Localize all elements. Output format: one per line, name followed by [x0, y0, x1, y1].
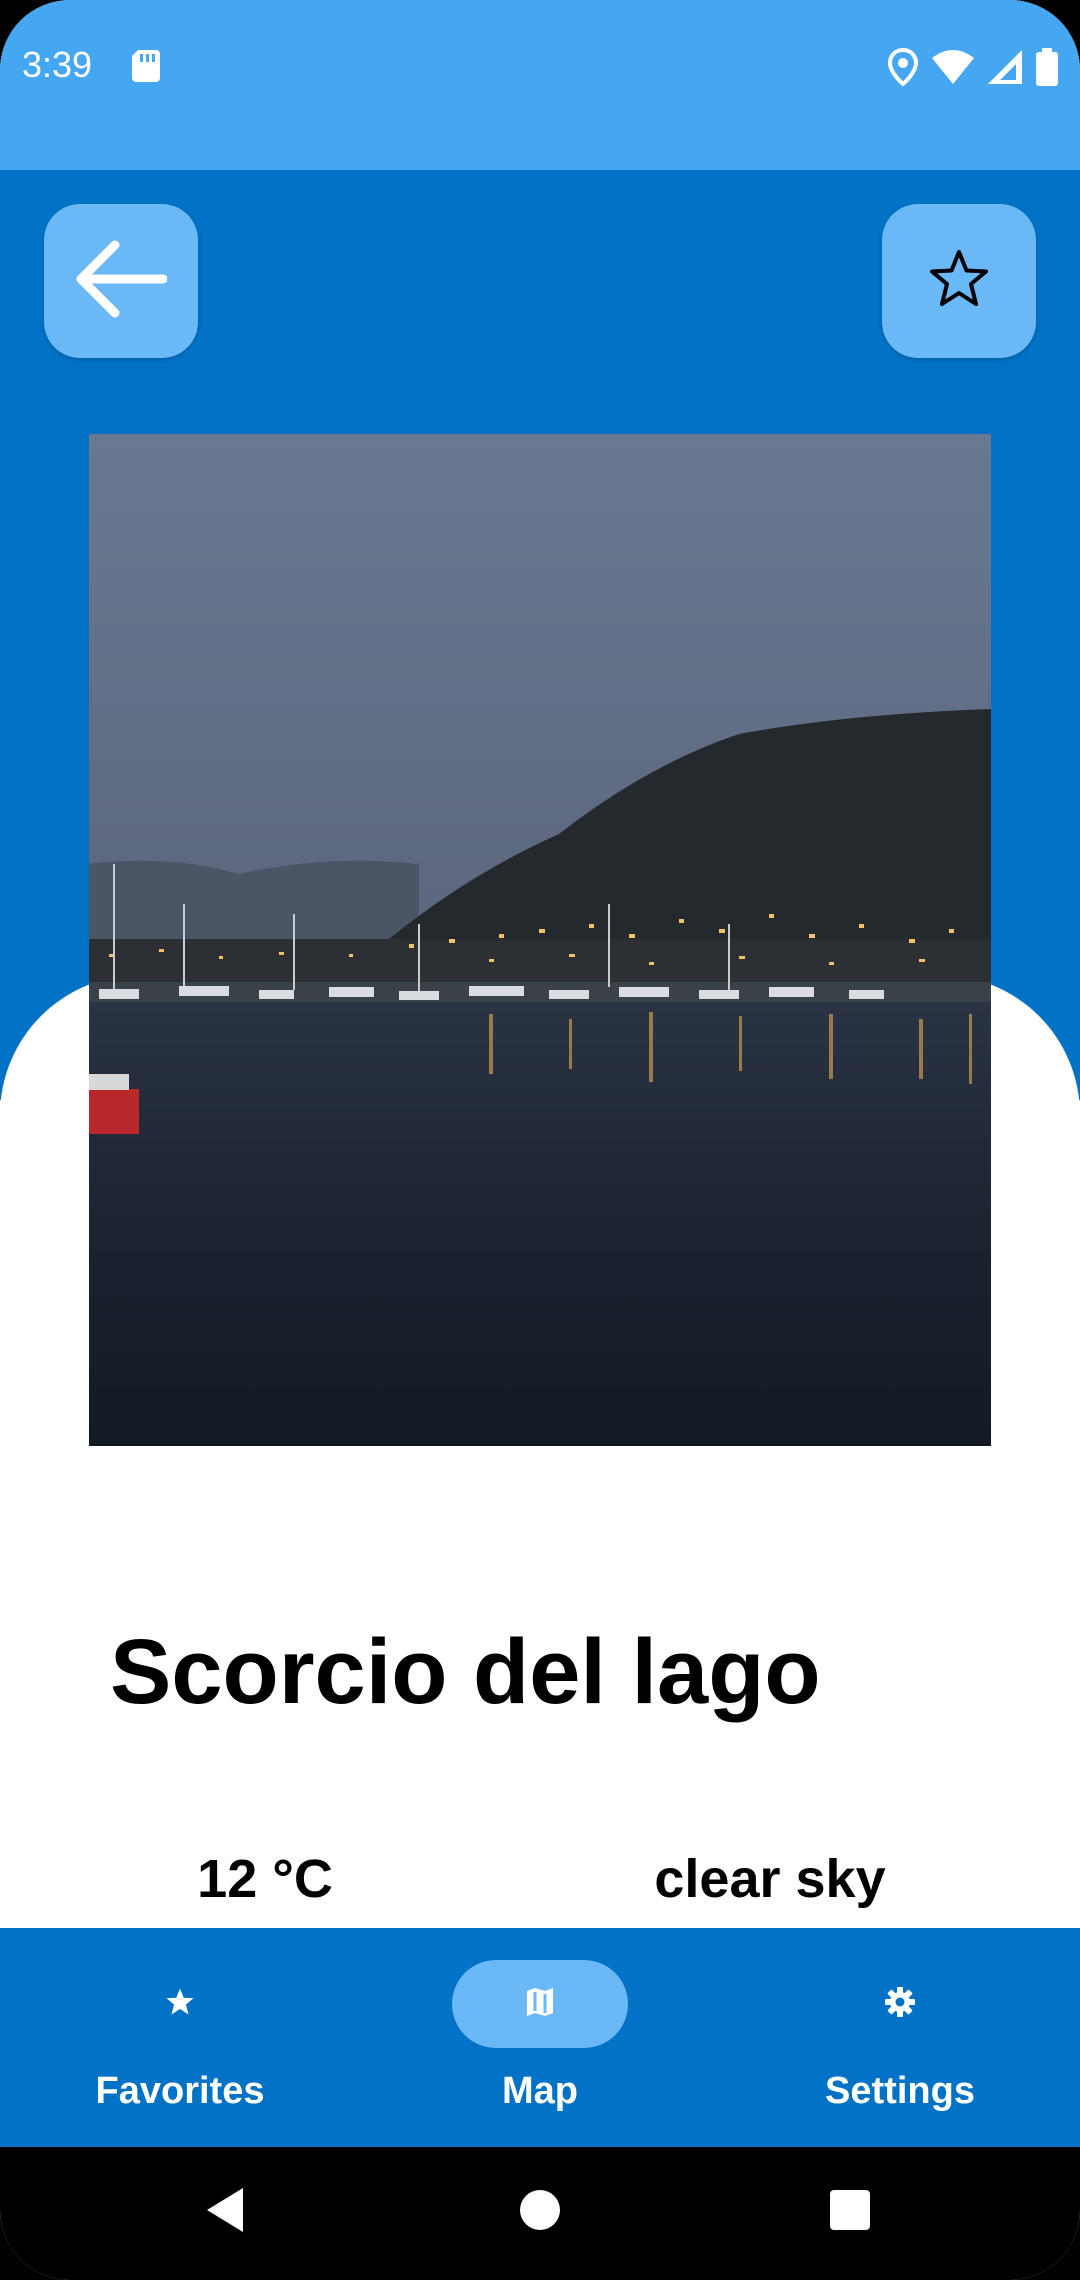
back-button[interactable] — [44, 204, 198, 358]
nav-item-settings[interactable]: Settings — [720, 1928, 1080, 2147]
nav-indicator — [92, 1960, 268, 2048]
map-icon — [525, 1987, 555, 2022]
nav-label-favorites: Favorites — [95, 2070, 265, 2112]
recents-square-icon — [829, 2189, 871, 2236]
favorite-button[interactable] — [882, 204, 1036, 358]
place-photo — [89, 434, 991, 1446]
bottom-navigation: Favorites Map Settings — [0, 1928, 1080, 2147]
gear-icon — [884, 1986, 916, 2023]
wifi-icon — [932, 50, 974, 89]
star-icon — [164, 1987, 196, 2022]
home-circle-icon — [518, 2188, 562, 2237]
status-bar: 3:39 — [0, 0, 1080, 170]
arrow-left-icon — [75, 239, 168, 324]
place-title: Scorcio del lago — [110, 1621, 821, 1723]
nav-label-settings: Settings — [825, 2070, 975, 2112]
signal-icon — [988, 50, 1024, 89]
status-time: 3:39 — [22, 44, 93, 85]
system-navigation-bar — [0, 2147, 1080, 2280]
temperature-value: 12 °C — [197, 1849, 333, 1909]
weather-description: clear sky — [654, 1849, 886, 1909]
battery-icon — [1036, 48, 1058, 91]
nav-item-map[interactable]: Map — [360, 1928, 720, 2147]
nav-item-favorites[interactable]: Favorites — [0, 1928, 360, 2147]
back-triangle-icon — [203, 2186, 247, 2239]
location-icon — [887, 47, 919, 91]
sd-card-icon — [132, 50, 160, 87]
system-home-button[interactable] — [500, 2177, 580, 2247]
nav-indicator-active — [452, 1960, 628, 2048]
star-outline-icon — [928, 249, 990, 314]
nav-indicator — [812, 1960, 988, 2048]
nav-label-map: Map — [502, 2070, 578, 2112]
system-recents-button[interactable] — [810, 2177, 890, 2247]
status-icons — [887, 47, 1058, 91]
app-screen: 3:39 Scorcio del lago 12 °C clear sky Fa… — [0, 0, 1080, 2280]
system-back-button[interactable] — [185, 2177, 265, 2247]
